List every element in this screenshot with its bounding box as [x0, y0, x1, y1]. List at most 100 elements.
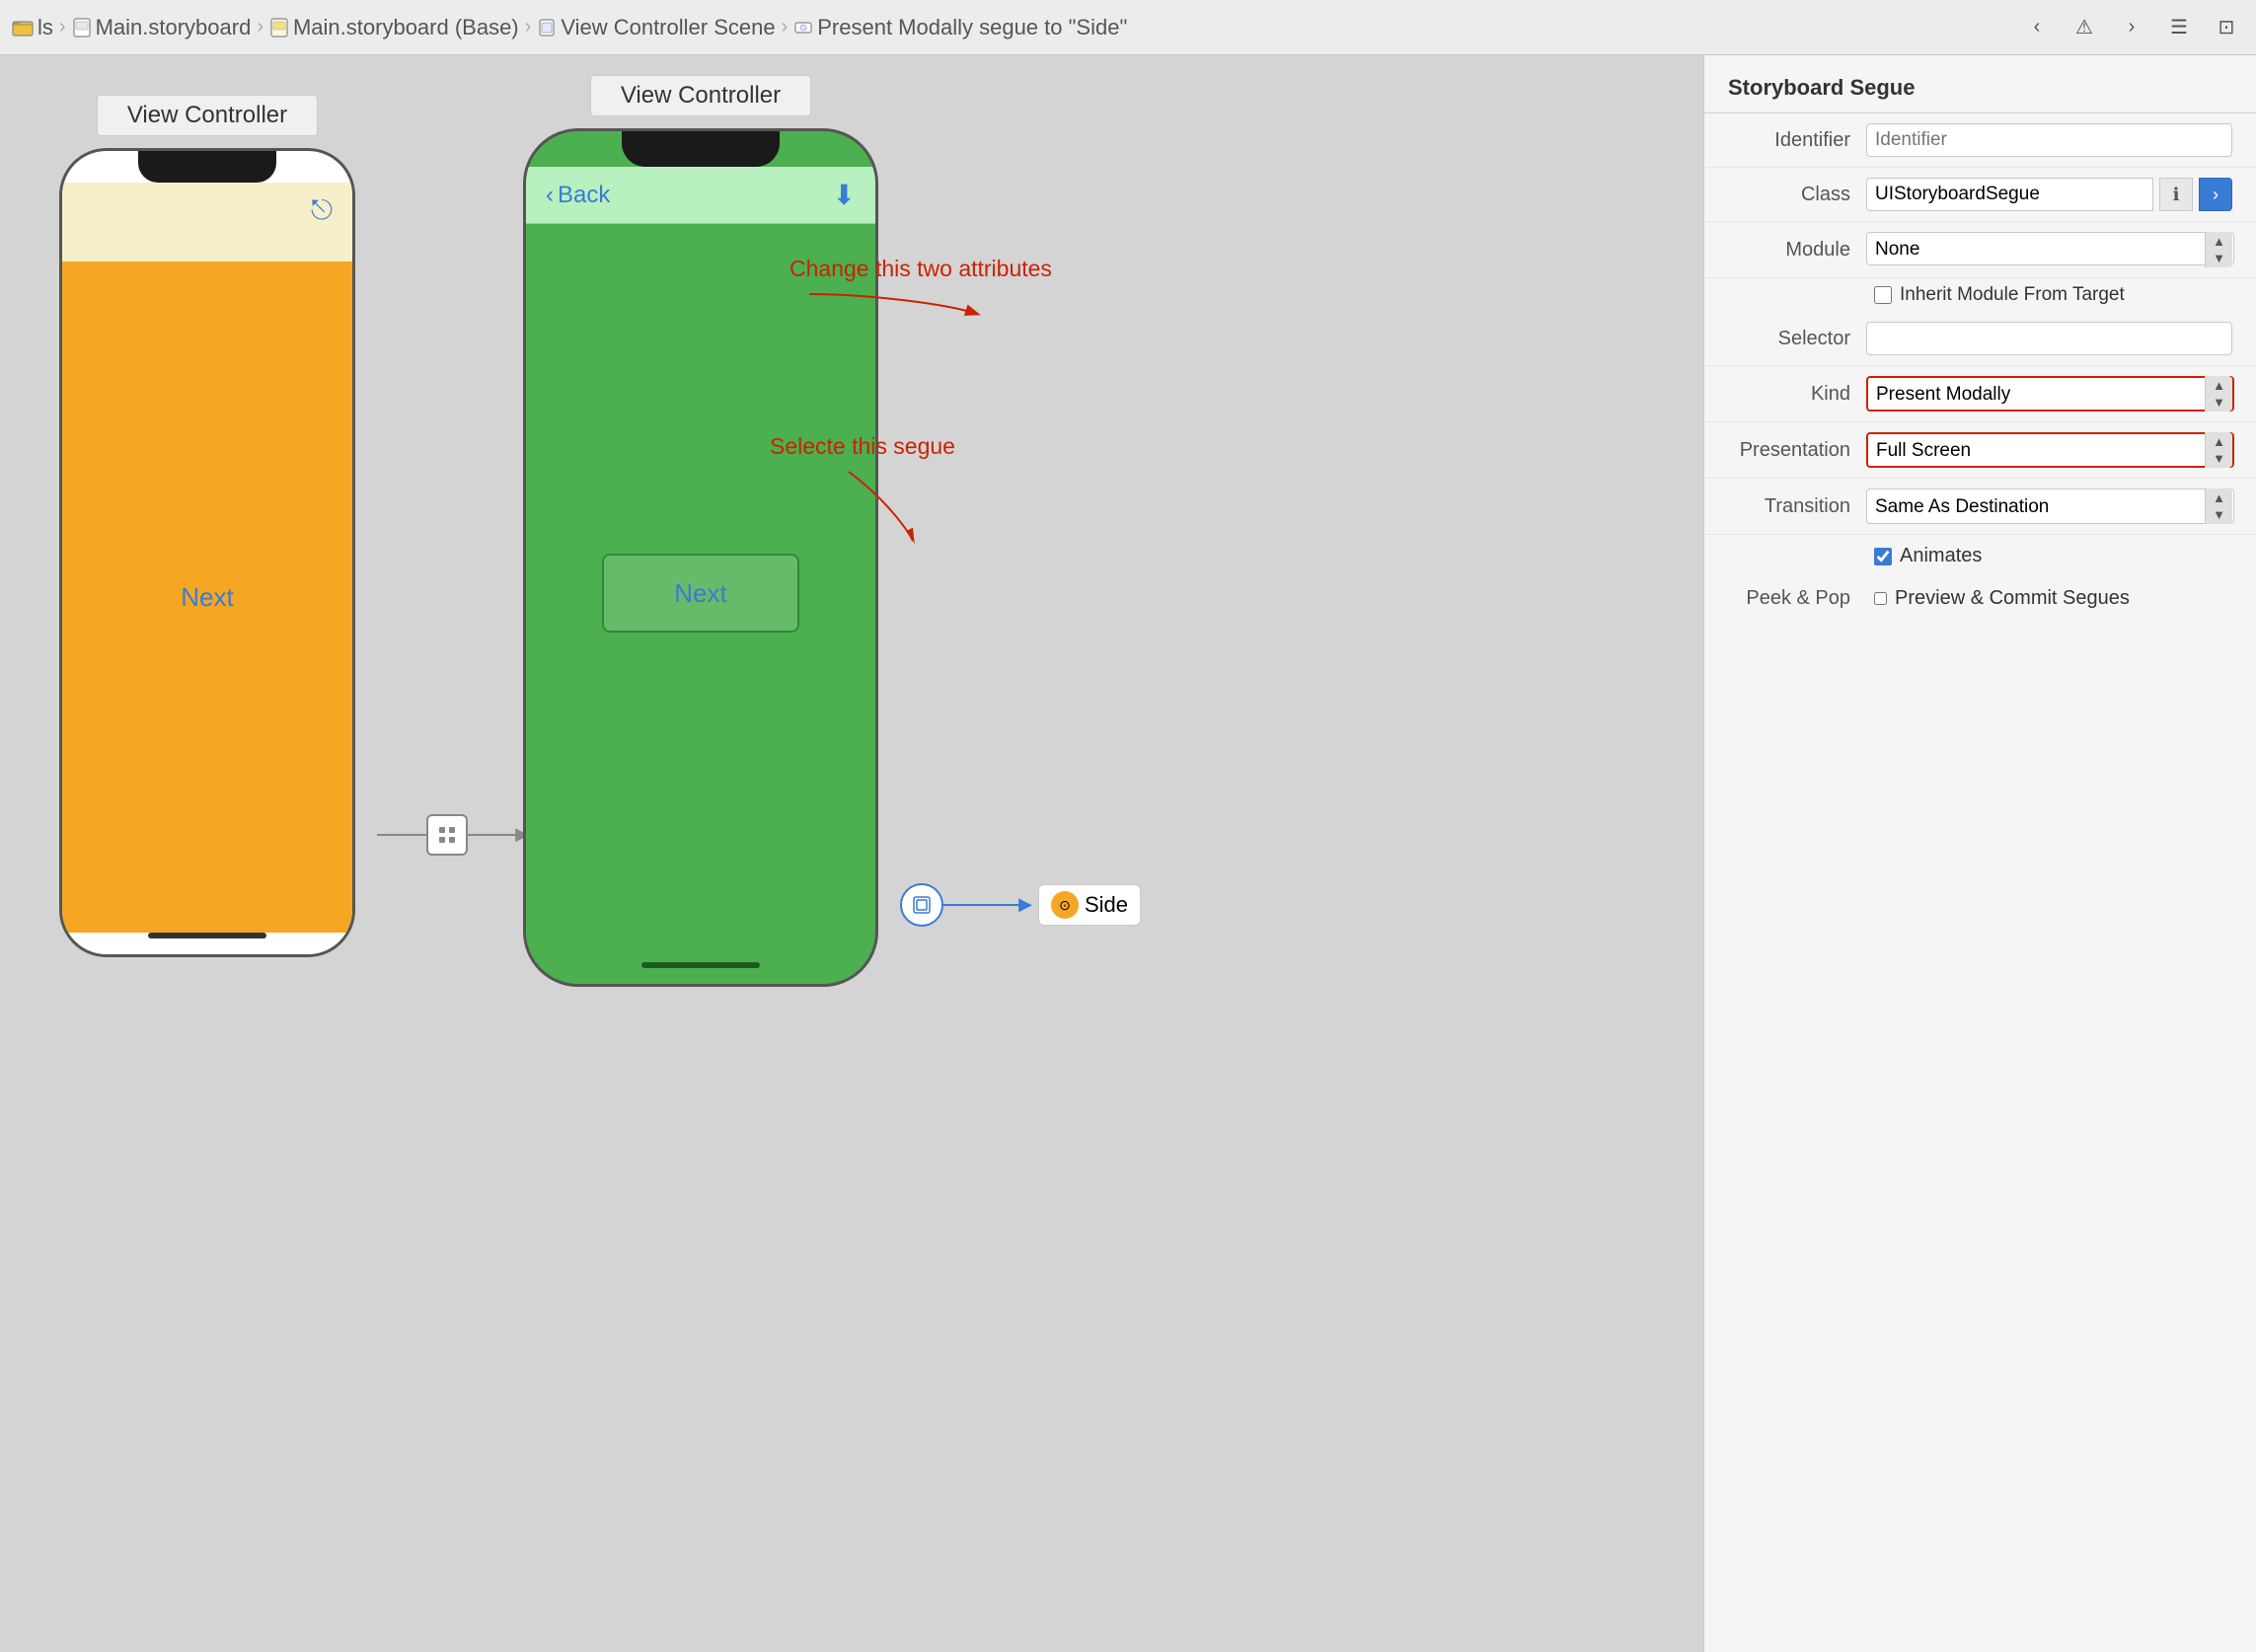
- presentation-value: Full Screen Automatic Current Context Ov…: [1866, 432, 2232, 468]
- upload-icon: ⎋: [311, 194, 333, 227]
- forward-nav-button[interactable]: ›: [2114, 10, 2149, 45]
- class-arrow-button[interactable]: ›: [2199, 178, 2232, 211]
- class-label: Class: [1728, 184, 1866, 206]
- segue-connector[interactable]: ▶ ⊙ Side: [898, 883, 1141, 927]
- arrow-line-right: ▶: [468, 834, 517, 836]
- storyboard-icon-2: [269, 17, 289, 38]
- panel-title: Storyboard Segue: [1704, 55, 2256, 113]
- kind-value: Present Modally Show Show Detail Present…: [1866, 376, 2232, 412]
- grid-icon: [437, 825, 457, 845]
- presentation-select-wrap: Full Screen Automatic Current Context Ov…: [1866, 432, 2232, 468]
- breadcrumb-mainstoryboard-base: Main.storyboard (Base): [293, 15, 519, 40]
- kind-select[interactable]: Present Modally Show Show Detail Present…: [1866, 376, 2234, 412]
- annotation-change: Change this two attributes: [790, 253, 1052, 348]
- panel-content: Identifier Class ℹ › Module: [1704, 113, 2256, 1652]
- kind-row: Kind Present Modally Show Show Detail Pr…: [1704, 366, 2256, 422]
- identifier-label: Identifier: [1728, 129, 1866, 152]
- annotation-change-text: Change this two attributes: [790, 253, 1052, 284]
- segue-destination: ⊙ Side: [1038, 884, 1141, 926]
- class-value: ℹ ›: [1866, 178, 2232, 211]
- left-phone-bottom-bar: [148, 933, 266, 939]
- annotation-change-arrow: [790, 284, 987, 343]
- warning-button[interactable]: ⚠: [2067, 10, 2102, 45]
- arrow-line-left: [377, 834, 426, 836]
- folder-icon: [12, 17, 34, 38]
- breadcrumb-ls: ls: [38, 15, 53, 40]
- class-input[interactable]: [1866, 178, 2153, 211]
- preview-label: Preview & Commit Segues: [1895, 587, 2130, 610]
- module-select[interactable]: None: [1866, 232, 2234, 265]
- segue-dest-label: Side: [1085, 892, 1128, 918]
- peek-pop-row: Peek & Pop Preview & Commit Segues: [1704, 577, 2256, 620]
- left-phone-notch: [138, 151, 276, 183]
- class-controls: ℹ ›: [1866, 178, 2232, 211]
- breadcrumb-segue: Present Modally segue to "Side": [817, 15, 1127, 40]
- left-phone-top: ⎋: [62, 183, 352, 262]
- module-value: None ▲ ▼: [1866, 232, 2232, 267]
- identifier-row: Identifier: [1704, 113, 2256, 168]
- breadcrumb-item-3[interactable]: Main.storyboard (Base): [269, 15, 519, 40]
- square-button[interactable]: ⊡: [2209, 10, 2244, 45]
- breadcrumb-item-4[interactable]: View Controller Scene: [537, 15, 775, 40]
- presentation-row: Presentation Full Screen Automatic Curre…: [1704, 422, 2256, 479]
- right-phone-notch: [622, 131, 780, 167]
- kind-label: Kind: [1728, 383, 1866, 406]
- sep1: ›: [59, 16, 66, 38]
- identifier-input[interactable]: [1866, 123, 2232, 157]
- module-label: Module: [1728, 239, 1866, 262]
- left-phone-body: Next: [62, 262, 352, 933]
- transition-value: Same As Destination Cover Vertical Flip …: [1866, 488, 2232, 524]
- selector-input[interactable]: [1866, 322, 2232, 355]
- storyboard-icon-1: [72, 17, 92, 38]
- sep4: ›: [782, 16, 789, 38]
- peek-pop-content: Preview & Commit Segues: [1874, 587, 2130, 610]
- selector-row: Selector: [1704, 312, 2256, 366]
- canvas-area: View Controller ⎋ Next: [0, 55, 1703, 1652]
- breadcrumb-scene: View Controller Scene: [561, 15, 775, 40]
- breadcrumb-item-5[interactable]: Present Modally segue to "Side": [793, 15, 1127, 40]
- segue-icon: [793, 17, 813, 38]
- segue-circle-icon: [911, 894, 933, 916]
- module-select-wrap: None ▲ ▼: [1866, 232, 2232, 267]
- back-button[interactable]: ‹ Back: [546, 182, 610, 209]
- left-arrow-connector: ▶: [377, 814, 517, 856]
- presentation-label: Presentation: [1728, 439, 1866, 462]
- arrow-box: [426, 814, 468, 856]
- presentation-select[interactable]: Full Screen Automatic Current Context Ov…: [1866, 432, 2234, 468]
- chevron-left-icon: ‹: [546, 182, 554, 209]
- annotation-select-text: Selecte this segue: [770, 430, 955, 462]
- main-layout: View Controller ⎋ Next: [0, 55, 2256, 1652]
- transition-select-wrap: Same As Destination Cover Vertical Flip …: [1866, 488, 2232, 524]
- breadcrumb: ls › Main.storyboard › Main.storyboard (…: [12, 15, 1127, 40]
- inherit-row: Inherit Module From Target: [1704, 278, 2256, 312]
- menu-button[interactable]: ☰: [2161, 10, 2197, 45]
- breadcrumb-item-1[interactable]: ls: [12, 15, 53, 40]
- module-row: Module None ▲ ▼: [1704, 222, 2256, 278]
- right-scene-label: View Controller: [590, 75, 811, 116]
- transition-select[interactable]: Same As Destination Cover Vertical Flip …: [1866, 488, 2234, 524]
- segue-source-circle: [900, 883, 943, 927]
- inherit-label: Inherit Module From Target: [1900, 284, 2125, 306]
- left-scene-label: View Controller: [97, 95, 318, 136]
- class-info-button[interactable]: ℹ: [2159, 178, 2193, 211]
- transition-row: Transition Same As Destination Cover Ver…: [1704, 479, 2256, 535]
- kind-select-wrap: Present Modally Show Show Detail Present…: [1866, 376, 2232, 412]
- peek-pop-checkbox[interactable]: [1874, 592, 1887, 605]
- selector-label: Selector: [1728, 328, 1866, 350]
- top-bar-actions: ‹ ⚠ › ☰ ⊡: [2019, 10, 2244, 45]
- back-label: Back: [558, 182, 610, 209]
- inherit-checkbox[interactable]: [1874, 286, 1892, 304]
- breadcrumb-item-2[interactable]: Main.storyboard: [72, 15, 252, 40]
- animates-label: Animates: [1900, 545, 1982, 567]
- peek-pop-label: Peek & Pop: [1728, 587, 1866, 610]
- transition-label: Transition: [1728, 495, 1866, 518]
- annotation-select-arrow: [770, 462, 947, 561]
- animates-checkbox[interactable]: [1874, 548, 1892, 565]
- right-phone-bottom-bar: [641, 962, 760, 968]
- scene-icon: [537, 17, 557, 38]
- sep3: ›: [525, 16, 532, 38]
- sep2: ›: [257, 16, 263, 38]
- selector-value: [1866, 322, 2232, 355]
- left-next-button[interactable]: Next: [181, 582, 233, 613]
- back-nav-button[interactable]: ‹: [2019, 10, 2055, 45]
